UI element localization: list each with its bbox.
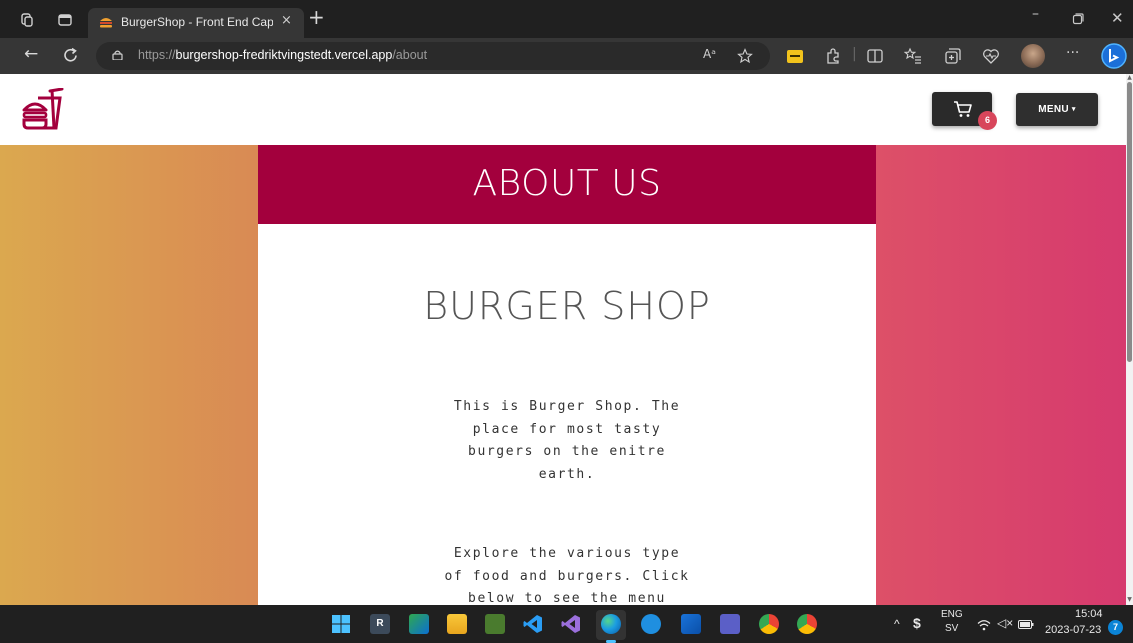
snipping-tool-icon[interactable] (409, 614, 429, 634)
favorite-star-icon[interactable] (737, 48, 753, 64)
restore-icon[interactable] (1072, 13, 1084, 25)
chrome-canary-icon[interactable] (759, 614, 779, 634)
paragraph-line: burgers on the enitre (468, 444, 666, 459)
page-viewport: 6 MENU ▾ ABOUT US BURGER SHOP This is Bur… (0, 74, 1126, 605)
scrollbar-thumb[interactable] (1127, 82, 1132, 362)
minimize-icon[interactable]: – (1032, 6, 1039, 22)
profile-avatar[interactable] (1021, 44, 1045, 68)
clock-time[interactable]: 15:04 (1075, 608, 1103, 620)
new-tab-button[interactable]: + (308, 7, 325, 27)
about-content: BURGER SHOP This is Burger Shop. The pla… (258, 224, 876, 605)
vscode-icon[interactable] (523, 614, 543, 634)
intro-paragraph: This is Burger Shop. The place for most … (442, 396, 692, 486)
battery-icon[interactable] (1018, 620, 1034, 629)
refresh-icon[interactable] (62, 47, 79, 64)
paragraph-line: place for most tasty (472, 421, 662, 437)
left-gradient-panel (0, 145, 258, 605)
paragraph-line: of food and burgers. Click (444, 568, 690, 584)
chrome-icon[interactable] (797, 614, 817, 634)
shopping-cart-icon (954, 101, 972, 117)
workspaces-icon[interactable] (20, 13, 34, 27)
cart-count-badge: 6 (978, 111, 997, 130)
rider-app-icon[interactable]: R (370, 614, 390, 634)
menu-dropdown-button[interactable]: MENU ▾ (1016, 93, 1098, 126)
menu-label: MENU (1038, 104, 1069, 115)
browser-tab-bar: BurgerShop - Front End Capstone × + – ✕ (0, 0, 1133, 38)
edge-browser-icon[interactable] (601, 614, 621, 634)
paragraph-line: Explore the various type (453, 546, 681, 561)
file-explorer-icon[interactable] (447, 614, 467, 634)
tab-close-button[interactable]: × (281, 13, 292, 28)
tab-title: BurgerShop - Front End Capstone (121, 15, 273, 29)
scroll-down-icon[interactable]: ▼ (1126, 596, 1133, 603)
windows-start-icon[interactable] (331, 614, 351, 634)
paragraph-line: earth. (538, 466, 596, 482)
tab-actions-icon[interactable] (58, 13, 72, 27)
clock-date[interactable]: 2023-07-23 (1045, 624, 1101, 636)
scroll-up-icon[interactable]: ▲ (1126, 74, 1133, 81)
browser-essentials-icon[interactable] (982, 47, 1000, 65)
extensions-icon[interactable] (824, 47, 842, 65)
right-gradient-panel (876, 145, 1126, 605)
explore-paragraph: Explore the various type of food and bur… (442, 543, 692, 605)
language-indicator[interactable]: ENG (941, 609, 963, 620)
collections-icon[interactable] (944, 47, 962, 65)
notification-count-badge[interactable]: 7 (1108, 620, 1123, 635)
page-scrollbar[interactable]: ▲ ▼ (1126, 74, 1133, 605)
notepad-plus-icon[interactable] (485, 614, 505, 634)
show-hidden-icons-icon[interactable]: ^ (894, 617, 900, 631)
favorites-icon[interactable] (904, 47, 922, 65)
browser-tab-active[interactable]: BurgerShop - Front End Capstone × (88, 8, 304, 38)
back-icon[interactable]: ← (24, 44, 38, 64)
volume-muted-icon[interactable]: ◁× (997, 616, 1013, 630)
paragraph-line: This is Burger Shop. The (453, 399, 681, 414)
read-aloud-icon[interactable]: Aᵃ (703, 47, 716, 61)
browser-toolbar: ← https://burgershop-fredriktvingstedt.v… (0, 38, 1133, 74)
site-header: 6 MENU ▾ (0, 74, 1126, 145)
settings-more-button[interactable]: ··· (1066, 45, 1079, 61)
close-window-icon[interactable]: ✕ (1111, 9, 1124, 27)
about-banner: ABOUT US (258, 145, 876, 224)
paragraph-line: below to see the menu (468, 591, 666, 605)
toolbar-divider: | (852, 46, 857, 62)
outlook-icon[interactable] (681, 614, 701, 634)
page-title: ABOUT US (472, 163, 662, 204)
teams-icon[interactable] (720, 614, 740, 634)
dollar-app-icon[interactable]: $ (913, 615, 921, 631)
split-screen-icon[interactable] (866, 47, 884, 65)
chevron-down-icon: ▾ (1071, 106, 1076, 113)
bing-copilot-icon[interactable] (1101, 43, 1127, 69)
address-bar[interactable]: https://burgershop-fredriktvingstedt.ver… (96, 42, 770, 70)
burger-drink-logo-icon[interactable] (22, 88, 66, 130)
url-text[interactable]: https://burgershop-fredriktvingstedt.ver… (138, 48, 427, 62)
visual-studio-icon[interactable] (561, 614, 581, 634)
extension-yellow-icon[interactable] (786, 47, 804, 65)
app-icon-blue[interactable] (641, 614, 661, 634)
shop-heading: BURGER SHOP (423, 284, 711, 328)
burger-favicon-icon (100, 18, 112, 28)
wifi-icon[interactable] (977, 619, 991, 631)
keyboard-layout[interactable]: SV (945, 623, 958, 634)
lock-icon[interactable] (112, 50, 123, 60)
windows-taskbar: R ^ $ ENG SV ◁× 15:04 2023-07-23 7 (0, 605, 1133, 643)
